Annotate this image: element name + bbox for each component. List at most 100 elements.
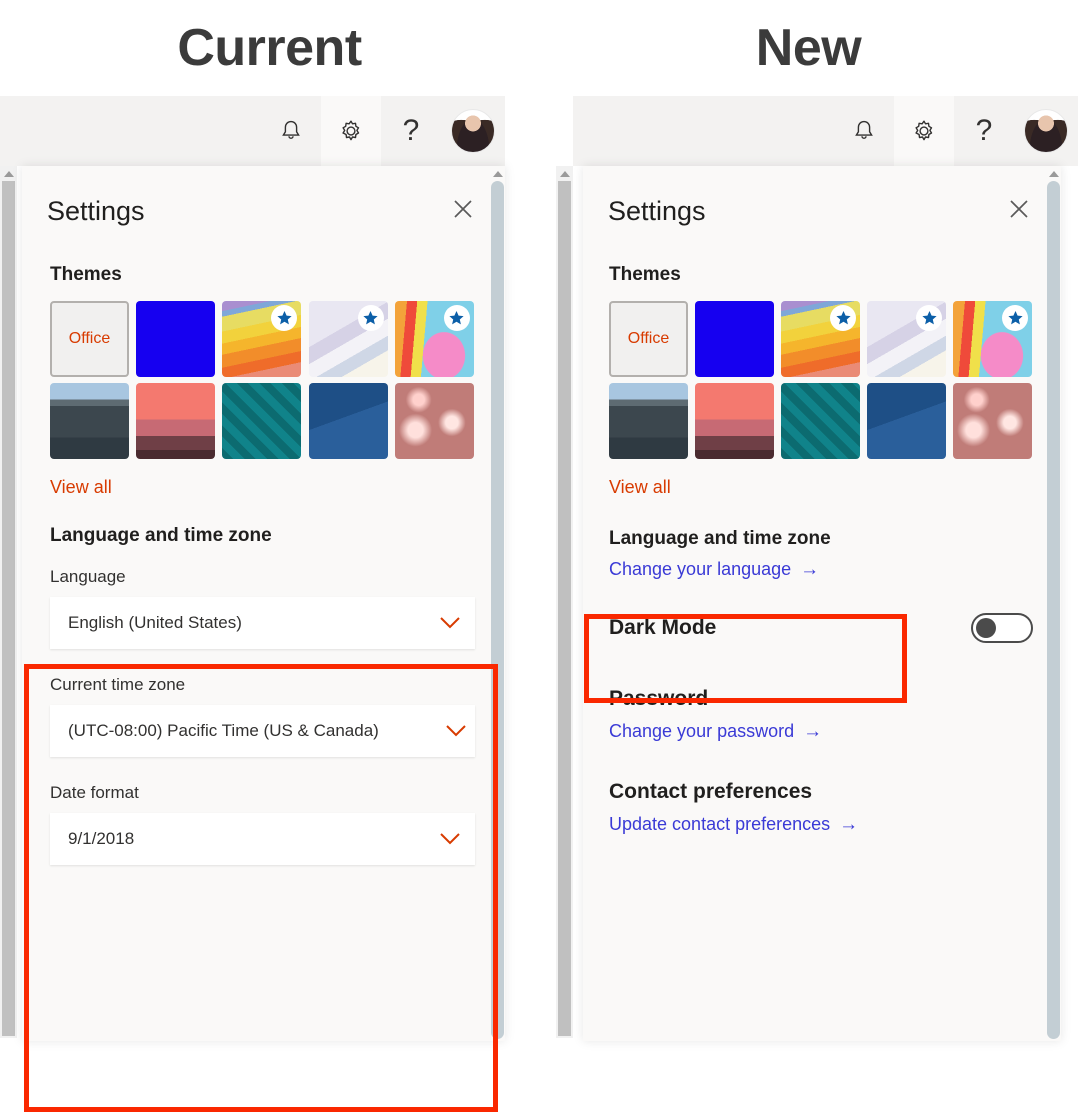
scroll-up-arrow-icon[interactable] — [559, 171, 570, 177]
bell-icon — [280, 119, 302, 143]
scroll-up-arrow-icon[interactable] — [3, 171, 14, 177]
theme-tile-rainbow-stripes[interactable] — [781, 301, 860, 377]
scrollbar-thumb[interactable] — [558, 181, 571, 1036]
theme-tile-mountain-road[interactable] — [50, 383, 129, 459]
gear-icon — [911, 118, 937, 144]
account-button[interactable] — [441, 96, 505, 166]
chevron-down-icon — [445, 720, 467, 742]
theme-tile-circuit-board[interactable] — [781, 383, 860, 459]
update-contact-preferences-label: Update contact preferences — [609, 814, 831, 834]
chevron-down-icon — [439, 612, 461, 634]
flyout-header: Settings — [583, 166, 1061, 227]
scroll-up-arrow-icon[interactable] — [492, 171, 503, 177]
dateformat-field-label: Date format — [50, 783, 139, 802]
themes-label: Themes — [609, 264, 681, 285]
scroll-up-arrow-icon[interactable] — [1048, 171, 1059, 177]
scrollbar-thumb[interactable] — [491, 181, 504, 1039]
bell-icon — [853, 119, 875, 143]
settings-gear-button[interactable] — [894, 96, 954, 166]
settings-gear-button[interactable] — [321, 96, 381, 166]
themes-grid: Office — [50, 301, 475, 459]
theme-tile-red-lights[interactable] — [394, 383, 474, 459]
change-language-link[interactable]: Change your language → — [609, 559, 819, 580]
dateformat-dropdown[interactable]: 9/1/2018 — [50, 813, 475, 865]
premium-star-icon — [443, 305, 470, 331]
dark-mode-toggle[interactable] — [971, 613, 1033, 643]
scrollbar-thumb[interactable] — [2, 181, 15, 1036]
comparison-titles: Current New — [0, 0, 1078, 96]
language-value: English (United States) — [68, 613, 242, 632]
theme-tile-unicorn[interactable] — [394, 301, 474, 377]
theme-tile-unicorn[interactable] — [953, 301, 1032, 377]
close-icon[interactable] — [1007, 197, 1031, 226]
title-current: Current — [0, 0, 539, 96]
timezone-dropdown[interactable]: (UTC-08:00) Pacific Time (US & Canada) — [50, 705, 475, 757]
theme-tile-blue[interactable] — [136, 301, 216, 377]
dark-mode-label: Dark Mode — [609, 616, 717, 639]
theme-tile-white-ribbons[interactable] — [867, 301, 946, 377]
close-icon[interactable] — [451, 197, 475, 226]
flyout-scrollbar-new[interactable] — [1045, 166, 1062, 1041]
view-all-link[interactable]: View all — [50, 477, 475, 498]
premium-star-icon — [357, 305, 384, 331]
account-button[interactable] — [1014, 96, 1078, 166]
theme-tile-palm-sunset[interactable] — [136, 383, 216, 459]
settings-flyout-current: Settings Themes Office View all Language… — [22, 166, 505, 1041]
toggle-knob — [976, 618, 996, 638]
language-field-label: Language — [50, 567, 126, 586]
section-password: Password Change your password → — [609, 687, 1033, 742]
notifications-button[interactable] — [261, 96, 321, 166]
arrow-right-icon: → — [803, 721, 823, 742]
premium-star-icon — [916, 305, 942, 331]
help-icon: ? — [402, 114, 420, 147]
panels-container: ? Settings Themes Office View all Langua… — [0, 96, 1078, 1112]
theme-tile-blueprint-elevation[interactable] — [308, 383, 388, 459]
flyout-scrollbar-current[interactable] — [489, 166, 506, 1041]
section-language-and-timezone: Language and time zone Change your langu… — [609, 528, 1033, 580]
settings-flyout-new: Settings Themes Office View all Language… — [583, 166, 1061, 1041]
chevron-down-icon — [439, 828, 461, 850]
language-section-title: Language and time zone — [50, 525, 272, 546]
change-language-label: Change your language — [609, 559, 792, 579]
page-scrollbar-new[interactable] — [556, 166, 573, 1038]
update-contact-preferences-link[interactable]: Update contact preferences → — [609, 814, 858, 835]
theme-tile-blueprint-elevation[interactable] — [867, 383, 946, 459]
theme-tile-palm-sunset[interactable] — [695, 383, 774, 459]
help-button[interactable]: ? — [381, 96, 441, 166]
theme-tile-office[interactable]: Office — [50, 301, 129, 377]
view-all-link[interactable]: View all — [609, 477, 1033, 498]
section-contact-preferences: Contact preferences Update contact prefe… — [609, 780, 1033, 835]
title-current-text: Current — [177, 19, 362, 77]
theme-tile-rainbow-stripes[interactable] — [222, 301, 302, 377]
page-scrollbar-current[interactable] — [0, 166, 17, 1038]
app-header-new: ? — [573, 96, 1078, 166]
password-section-title: Password — [609, 687, 709, 710]
theme-tile-red-lights[interactable] — [953, 383, 1032, 459]
arrow-right-icon: → — [839, 814, 859, 835]
help-button[interactable]: ? — [954, 96, 1014, 166]
timezone-field-label: Current time zone — [50, 675, 186, 694]
premium-star-icon — [271, 305, 298, 331]
arrow-right-icon: → — [800, 559, 820, 580]
notifications-button[interactable] — [834, 96, 894, 166]
page-title: Settings — [47, 196, 145, 226]
dateformat-value: 9/1/2018 — [68, 829, 135, 848]
theme-tile-circuit-board[interactable] — [222, 383, 302, 459]
theme-tile-mountain-road[interactable] — [609, 383, 688, 459]
language-section-title: Language and time zone — [609, 528, 831, 549]
theme-tile-blue[interactable] — [695, 301, 774, 377]
app-header-current: ? — [0, 96, 505, 166]
scrollbar-thumb[interactable] — [1047, 181, 1060, 1039]
theme-tile-office[interactable]: Office — [609, 301, 688, 377]
page-title: Settings — [608, 196, 706, 226]
premium-star-icon — [1002, 305, 1028, 331]
theme-tile-white-ribbons[interactable] — [308, 301, 388, 377]
flyout-header: Settings — [22, 166, 505, 227]
change-password-label: Change your password — [609, 721, 795, 741]
avatar — [1024, 109, 1068, 153]
theme-office-label: Office — [627, 330, 670, 347]
themes-label: Themes — [50, 264, 122, 285]
change-password-link[interactable]: Change your password → — [609, 721, 822, 742]
premium-star-icon — [830, 305, 856, 331]
language-dropdown[interactable]: English (United States) — [50, 597, 475, 649]
